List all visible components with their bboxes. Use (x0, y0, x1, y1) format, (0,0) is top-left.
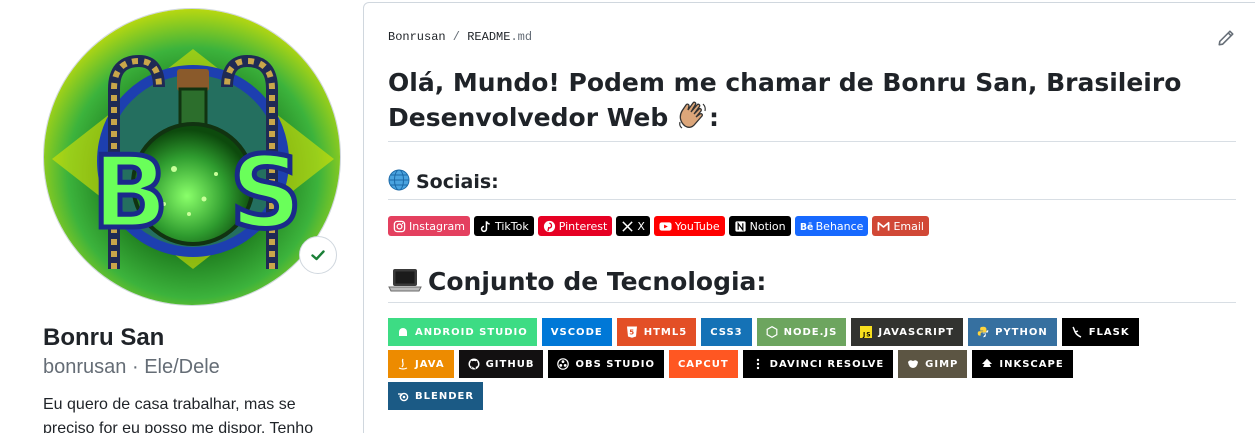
profile-sidebar: B S Bonru San bonrusan · Ele/Dele Eu que… (43, 8, 343, 433)
javascript-badge[interactable]: JS JAVASCRIPT (851, 318, 964, 346)
svg-text:JS: JS (862, 332, 872, 339)
check-icon (311, 250, 325, 261)
avatar[interactable]: B S (43, 8, 341, 306)
blender-badge[interactable]: BLENDER (388, 382, 484, 410)
profile-full-name: Bonru San (43, 324, 165, 351)
svg-text:S: S (230, 134, 302, 251)
profile-handle-line: bonrusan · Ele/Dele (43, 355, 343, 379)
java-badge[interactable]: JAVA (388, 350, 454, 378)
vscode-badge[interactable]: VSCODE (541, 318, 612, 346)
svg-text:B: B (92, 134, 168, 251)
profile-pronouns: Ele/Dele (144, 356, 220, 378)
instagram-badge[interactable]: Instagram (388, 216, 470, 236)
flask-badge[interactable]: FLASK (1061, 318, 1139, 346)
handle-separator: · (126, 356, 145, 378)
behance-icon: Bē (800, 222, 813, 233)
github-icon (468, 358, 480, 370)
readme-repo-link[interactable]: Bonrusan (388, 30, 446, 44)
javascript-icon: JS (860, 326, 873, 339)
android-studio-badge[interactable]: ANDROID STUDIO (388, 318, 537, 346)
profile-username: bonrusan (43, 356, 127, 378)
obs-icon (557, 358, 570, 370)
tiktok-icon (480, 220, 490, 232)
davinci-icon (756, 358, 759, 370)
inkscape-badge[interactable]: INKSCAPE (972, 350, 1073, 378)
capcut-badge[interactable]: CAPCUT (668, 350, 738, 378)
nodejs-badge[interactable]: NODE.JS (756, 318, 847, 346)
x-badge[interactable]: X (616, 216, 650, 236)
tech-badges: ANDROID STUDIO VSCODE 5 HTML5 CSS3 NODE.… (388, 318, 1236, 410)
blender-icon (398, 392, 409, 402)
gimp-badge[interactable]: GIMP (898, 350, 968, 378)
waving-hand-icon (679, 101, 706, 129)
youtube-badge[interactable]: YouTube (653, 216, 725, 236)
instagram-icon (393, 220, 406, 232)
readme-breadcrumb: Bonrusan / README.md (388, 30, 532, 44)
notion-icon (735, 220, 746, 232)
behance-badge[interactable]: Bē Behance (794, 216, 869, 236)
flask-icon (1072, 326, 1082, 338)
html5-icon: 5 (626, 326, 637, 338)
pencil-icon[interactable] (1217, 29, 1235, 47)
breadcrumb-separator: / (445, 30, 468, 44)
laptop-icon (388, 269, 422, 292)
gimp-icon (908, 360, 919, 368)
obs-studio-badge[interactable]: OBS STUDIO (548, 350, 664, 378)
tiktok-badge[interactable]: TikTok (473, 216, 534, 236)
gmail-icon (878, 221, 890, 231)
python-badge[interactable]: PYTHON (968, 318, 1057, 346)
sociais-heading: Sociais: (388, 168, 1236, 200)
social-badges: Instagram TikTok Pinterest X YouTube Not… (388, 216, 1236, 236)
pinterest-badge[interactable]: Pinterest (537, 216, 613, 236)
x-icon (622, 220, 633, 232)
inkscape-icon (982, 358, 993, 367)
youtube-icon (659, 221, 672, 231)
readme-content: Olá, Mundo! Podem me chamar de Bonru San… (388, 65, 1236, 414)
java-icon (398, 358, 408, 370)
status-badge[interactable] (299, 236, 337, 274)
pinterest-icon (543, 220, 555, 232)
svg-text:5: 5 (629, 329, 635, 337)
readme-panel: Bonrusan / README.md Olá, Mundo! Podem m… (363, 2, 1255, 433)
avatar-container: B S (43, 8, 341, 306)
python-icon (977, 326, 989, 338)
email-badge[interactable]: Email (872, 216, 929, 236)
tech-heading: Conjunto de Tecnologia: (388, 264, 1236, 303)
davinci-resolve-badge[interactable]: DAVINCI RESOLVE (742, 350, 894, 378)
css3-badge[interactable]: CSS3 (701, 318, 752, 346)
profile-bio: Eu quero de casa trabalhar, mas se preci… (43, 396, 314, 433)
github-badge[interactable]: GITHUB (458, 350, 544, 378)
notion-badge[interactable]: Notion (728, 216, 791, 236)
android-studio-icon (399, 328, 407, 336)
html5-badge[interactable]: 5 HTML5 (616, 318, 697, 346)
nodejs-icon (766, 326, 778, 338)
globe-icon (388, 169, 410, 191)
readme-file-link[interactable]: README.md (467, 30, 532, 44)
readme-title: Olá, Mundo! Podem me chamar de Bonru San… (388, 65, 1236, 142)
svg-text:Bē: Bē (800, 222, 813, 233)
